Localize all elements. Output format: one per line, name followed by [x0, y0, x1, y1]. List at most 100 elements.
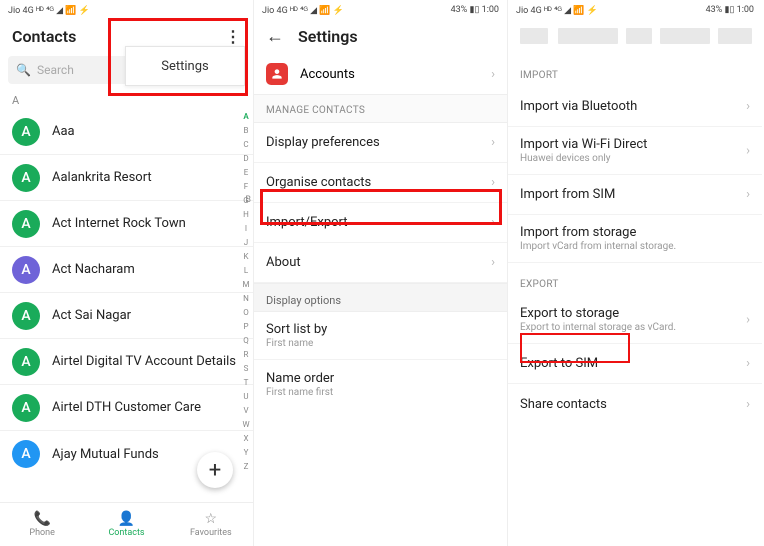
import-bluetooth-row[interactable]: Import via Bluetooth ›: [508, 87, 762, 127]
import-export-row[interactable]: Import/Export ›: [254, 203, 507, 243]
contact-row[interactable]: AAirtel Digital TV Account Details: [0, 339, 253, 385]
page-title: Contacts: [12, 27, 76, 46]
nav-contacts-label: Contacts: [108, 528, 144, 538]
back-icon[interactable]: ←: [266, 26, 284, 47]
contact-row[interactable]: AAct Nacharam: [0, 247, 253, 293]
about-label: About: [266, 255, 301, 270]
index-letter[interactable]: R: [241, 348, 251, 362]
contact-row[interactable]: A Aalankrita Resort: [0, 155, 253, 201]
index-letter[interactable]: F: [241, 180, 251, 194]
contact-row[interactable]: AAct Internet Rock Town: [0, 201, 253, 247]
chevron-right-icon: ›: [491, 175, 495, 190]
manage-contacts-header: MANAGE CONTACTS: [254, 94, 507, 123]
index-letter[interactable]: H: [241, 208, 251, 222]
index-letter[interactable]: M: [241, 278, 251, 292]
chevron-right-icon: ›: [491, 67, 495, 82]
export-sim-row[interactable]: Export to SIM ›: [508, 344, 762, 384]
index-letter[interactable]: D: [241, 152, 251, 166]
display-options-header: Display options: [254, 283, 507, 312]
avatar: A: [12, 440, 40, 468]
chevron-right-icon: ›: [491, 215, 495, 230]
index-letter[interactable]: Q: [241, 334, 251, 348]
index-letter[interactable]: C: [241, 138, 251, 152]
nav-contacts[interactable]: 👤 Contacts: [84, 503, 168, 546]
alpha-index[interactable]: ABCDEFGHIJKLMNOPQRSTUVWXYZ: [241, 110, 251, 474]
index-letter[interactable]: X: [241, 432, 251, 446]
index-letter[interactable]: W: [241, 418, 251, 432]
status-bar: Jio 4G ᴴᴰ ⁴ᴳ ◢ 📶 ⚡: [0, 0, 253, 18]
nav-favourites-label: Favourites: [190, 528, 232, 538]
organise-contacts-row[interactable]: Organise contacts ›: [254, 163, 507, 203]
nav-phone[interactable]: 📞 Phone: [0, 503, 84, 546]
accounts-label: Accounts: [300, 67, 355, 82]
about-row[interactable]: About ›: [254, 243, 507, 283]
search-placeholder: Search: [37, 63, 74, 77]
avatar: A: [12, 348, 40, 376]
import-storage-label: Import from storage: [520, 225, 636, 240]
add-contact-fab[interactable]: +: [197, 452, 233, 488]
index-letter[interactable]: I: [241, 222, 251, 236]
more-icon[interactable]: ⋮: [225, 27, 241, 46]
index-letter[interactable]: B: [241, 124, 251, 138]
index-letter[interactable]: U: [241, 390, 251, 404]
index-letter[interactable]: N: [241, 292, 251, 306]
chevron-right-icon: ›: [491, 255, 495, 270]
contacts-icon: 👤: [118, 511, 135, 527]
name-order-sub: First name first: [266, 387, 333, 398]
contact-row[interactable]: AAirtel DTH Customer Care: [0, 385, 253, 431]
chevron-right-icon: ›: [746, 187, 750, 202]
import-sim-row[interactable]: Import from SIM ›: [508, 175, 762, 215]
index-letter[interactable]: J: [241, 236, 251, 250]
index-letter[interactable]: P: [241, 320, 251, 334]
display-pref-label: Display preferences: [266, 135, 380, 150]
export-sim-label: Export to SIM: [520, 356, 598, 371]
chevron-right-icon: ›: [746, 397, 750, 412]
organise-label: Organise contacts: [266, 175, 371, 190]
contact-name: Airtel DTH Customer Care: [52, 400, 201, 415]
contact-row[interactable]: A Aaa: [0, 109, 253, 155]
contact-name: Aaa: [52, 124, 75, 139]
index-letter[interactable]: V: [241, 404, 251, 418]
avatar: A: [12, 256, 40, 284]
section-letter: A: [0, 90, 253, 109]
import-wifi-label: Import via Wi-Fi Direct: [520, 137, 647, 152]
settings-menu-item[interactable]: Settings: [125, 46, 245, 86]
search-icon: 🔍: [16, 63, 31, 77]
nav-favourites[interactable]: ☆ Favourites: [169, 503, 253, 546]
index-letter[interactable]: T: [241, 376, 251, 390]
import-export-label: Import/Export: [266, 215, 348, 230]
import-sim-label: Import from SIM: [520, 187, 615, 202]
name-order-row[interactable]: Name order First name first: [254, 360, 507, 408]
import-storage-row[interactable]: Import from storage Import vCard from in…: [508, 215, 762, 263]
index-letter[interactable]: K: [241, 250, 251, 264]
export-storage-row[interactable]: Export to storage Export to internal sto…: [508, 296, 762, 344]
index-letter[interactable]: E: [241, 166, 251, 180]
export-storage-label: Export to storage: [520, 306, 619, 321]
status-right: 43% ▮▯ 1:00: [706, 5, 754, 15]
phone-import-export: Jio 4G ᴴᴰ ⁴ᴳ ◢ 📶 ⚡ 43% ▮▯ 1:00 IMPORT Im…: [508, 0, 762, 546]
status-left: Jio 4G ᴴᴰ ⁴ᴳ ◢ 📶 ⚡: [516, 5, 598, 16]
accounts-row[interactable]: Accounts ›: [254, 54, 507, 94]
header: ← Settings: [254, 18, 507, 54]
import-wifi-row[interactable]: Import via Wi-Fi Direct Huawei devices o…: [508, 127, 762, 175]
share-contacts-row[interactable]: Share contacts ›: [508, 384, 762, 424]
contact-name: Ajay Mutual Funds: [52, 447, 159, 462]
contact-name: Aalankrita Resort: [52, 170, 152, 185]
nav-phone-label: Phone: [29, 528, 55, 538]
name-order-label: Name order: [266, 371, 334, 386]
index-letter[interactable]: L: [241, 264, 251, 278]
index-letter[interactable]: O: [241, 306, 251, 320]
contact-row[interactable]: AAct Sai Nagar: [0, 293, 253, 339]
index-letter[interactable]: A: [241, 110, 251, 124]
avatar: A: [12, 302, 40, 330]
display-preferences-row[interactable]: Display preferences ›: [254, 123, 507, 163]
sort-by-row[interactable]: Sort list by First name: [254, 312, 507, 360]
index-letter[interactable]: Y: [241, 446, 251, 460]
star-icon: ☆: [205, 511, 218, 527]
index-letter[interactable]: S: [241, 362, 251, 376]
status-left: Jio 4G ᴴᴰ ⁴ᴳ ◢ 📶 ⚡: [8, 5, 90, 16]
phone-icon: 📞: [33, 511, 50, 527]
index-letter[interactable]: Z: [241, 460, 251, 474]
contact-name: Act Internet Rock Town: [52, 216, 186, 231]
avatar: A: [12, 164, 40, 192]
